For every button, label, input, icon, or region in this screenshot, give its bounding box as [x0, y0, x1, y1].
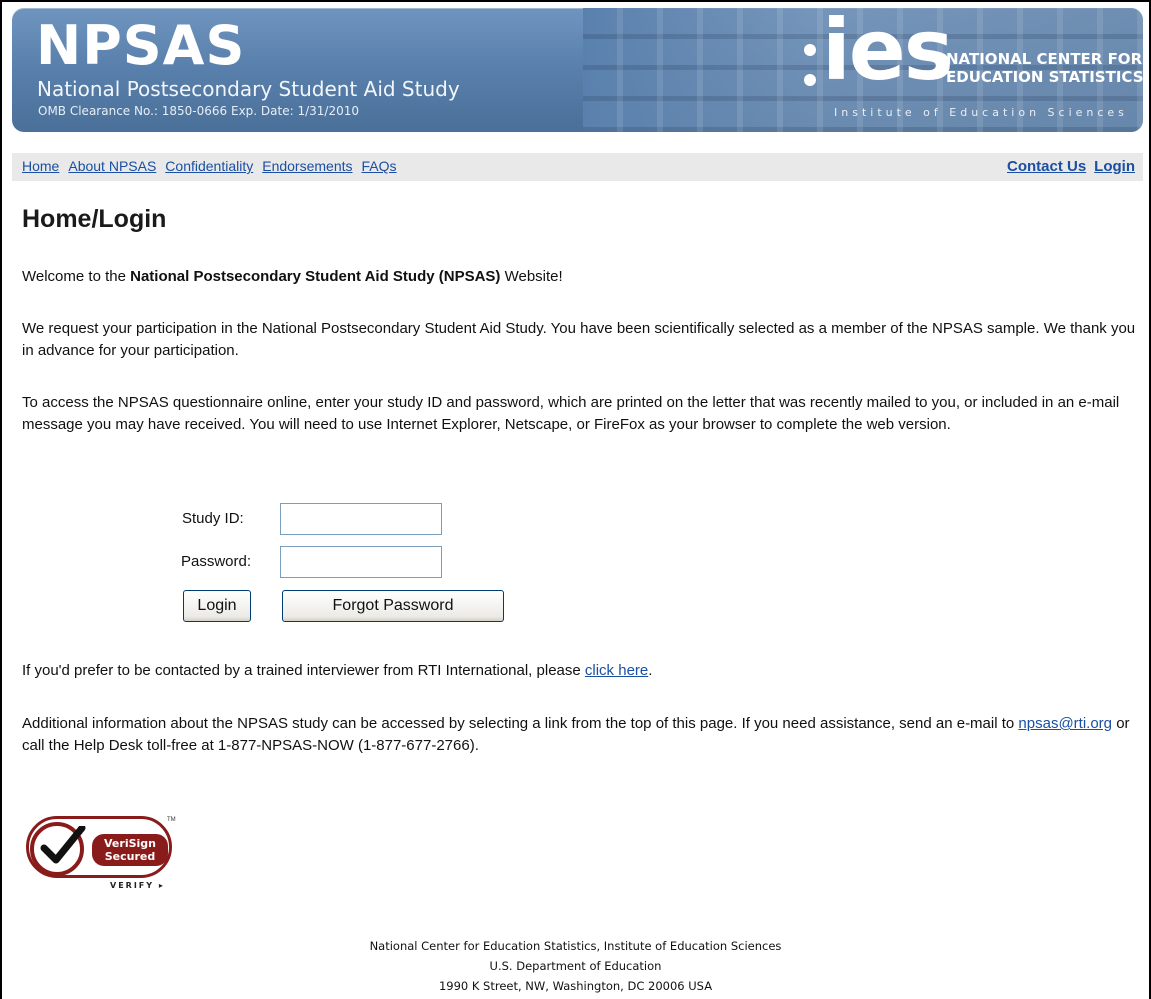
verisign-trademark: TM [167, 817, 176, 823]
nces-line-2: EDUCATION STATISTICS [946, 68, 1143, 86]
ies-colon-dots [804, 44, 818, 104]
verisign-badge: VeriSign Secured [92, 834, 168, 866]
verisign-line-1: VeriSign [104, 837, 156, 850]
email-link[interactable]: npsas@rti.org [1018, 715, 1112, 732]
nav-link-about[interactable]: About NPSAS [68, 158, 156, 174]
info-pre: Additional information about the NPSAS s… [22, 715, 1019, 732]
study-id-label: Study ID: [182, 510, 244, 527]
access-instructions-text: To access the NPSAS questionnaire online… [22, 394, 1120, 433]
welcome-post: Website! [500, 268, 563, 285]
page-title: Home/Login [22, 205, 167, 233]
page-footer: National Center for Education Statistics… [0, 936, 1151, 996]
additional-info-text: Additional information about the NPSAS s… [22, 713, 1137, 757]
site-title: NPSAS [36, 14, 246, 77]
verisign-verify: VERIFY ▸ [110, 881, 165, 890]
footer-line-1: National Center for Education Statistics… [369, 939, 782, 953]
ies-logo: ies NATIONAL CENTER FOR EDUCATION STATIS… [804, 8, 1143, 128]
welcome-pre: Welcome to the [22, 268, 131, 285]
top-nav: Home About NPSAS Confidentiality Endorse… [12, 153, 1143, 181]
institute-name: Institute of Education Sciences [834, 106, 1128, 119]
participation-request-text: We request your participation in the Nat… [22, 320, 1136, 359]
verisign-line-2: Secured [104, 850, 156, 863]
password-input[interactable] [280, 546, 442, 578]
verisign-seal[interactable]: VeriSign Secured TM VERIFY ▸ [22, 797, 182, 890]
nav-link-contact-us[interactable]: Contact Us [1007, 158, 1086, 175]
checkmark-seal-icon [30, 822, 86, 876]
nav-left-links: Home About NPSAS Confidentiality Endorse… [22, 158, 397, 174]
nav-link-home[interactable]: Home [22, 158, 59, 174]
site-subtitle: National Postsecondary Student Aid Study [37, 77, 460, 101]
contact-pre: If you'd prefer to be contacted by a tra… [22, 662, 585, 679]
welcome-text: Welcome to the National Postsecondary St… [22, 266, 1137, 288]
ies-wordmark: ies [822, 8, 954, 99]
nav-right-links: Contact Us Login [1007, 158, 1135, 175]
footer-line-2: U.S. Department of Education [489, 959, 662, 973]
password-label: Password: [181, 553, 252, 570]
contact-interviewer-text: If you'd prefer to be contacted by a tra… [22, 660, 1137, 682]
nav-link-endorsements[interactable]: Endorsements [262, 158, 352, 174]
forgot-password-button[interactable]: Forgot Password [282, 590, 504, 622]
login-button[interactable]: Login [183, 590, 251, 622]
click-here-link[interactable]: click here [585, 662, 648, 679]
header-banner: NPSAS National Postsecondary Student Aid… [12, 8, 1143, 132]
nav-link-faqs[interactable]: FAQs [362, 158, 397, 174]
welcome-study-name: National Postsecondary Student Aid Study… [130, 268, 501, 285]
footer-line-3: 1990 K Street, NW, Washington, DC 20006 … [438, 979, 713, 993]
nav-link-login[interactable]: Login [1094, 158, 1135, 175]
contact-post: . [648, 662, 653, 679]
study-id-input[interactable] [280, 503, 442, 535]
nces-line-1: NATIONAL CENTER FOR [946, 50, 1143, 68]
nav-link-confidentiality[interactable]: Confidentiality [165, 158, 253, 174]
omb-clearance: OMB Clearance No.: 1850-0666 Exp. Date: … [38, 104, 359, 118]
